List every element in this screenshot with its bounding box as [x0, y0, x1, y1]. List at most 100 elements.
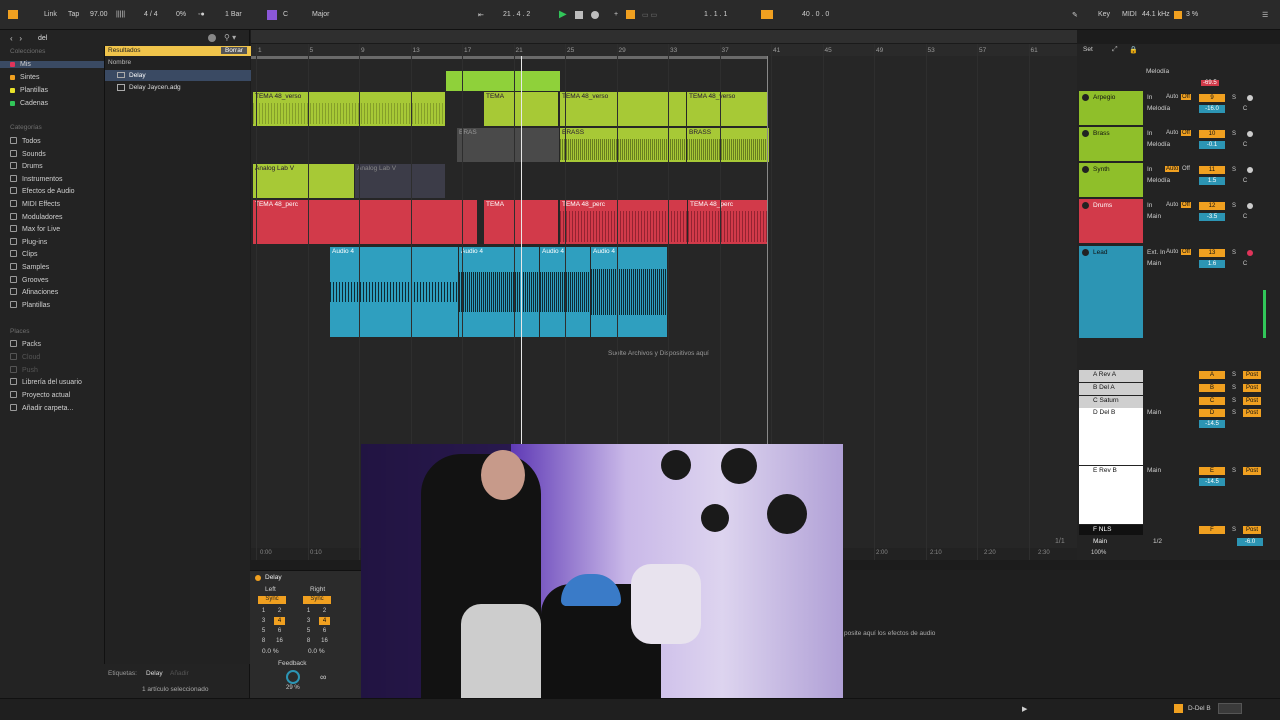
place-item[interactable]: Push	[10, 365, 38, 374]
solo-button[interactable]: S	[1229, 249, 1239, 257]
top-route[interactable]: Melodía	[1146, 68, 1169, 75]
link-button[interactable]: Link	[44, 11, 57, 18]
post-button[interactable]: Post	[1243, 371, 1261, 379]
tag-delay[interactable]: Delay	[146, 670, 163, 677]
track-fold-icon[interactable]	[1082, 202, 1089, 209]
record-mode-icon[interactable]: ◦●	[198, 11, 205, 18]
monitor-off-button[interactable]: Off	[1181, 249, 1191, 255]
bar-ruler[interactable]	[251, 44, 1077, 56]
volume-field[interactable]: 1.6	[1199, 260, 1225, 268]
result-row[interactable]: Delay	[105, 70, 251, 81]
output-route[interactable]: Melodía	[1147, 141, 1170, 148]
input-type[interactable]: In	[1147, 202, 1152, 209]
output-route[interactable]: Melodía	[1147, 105, 1170, 112]
delay-time-pad[interactable]: 16	[274, 637, 285, 645]
solo-button[interactable]: S	[1229, 202, 1239, 210]
record-icon[interactable]	[591, 11, 599, 19]
position-display[interactable]: 21 . 4 . 2	[503, 11, 530, 18]
delay-time-pad[interactable]: 16	[319, 637, 330, 645]
midi-map-button[interactable]: MIDI	[1122, 11, 1137, 18]
expand-icon[interactable]: ⤢	[1112, 46, 1118, 54]
return-track-header[interactable]: E Rev B	[1079, 466, 1143, 524]
post-button[interactable]: Post	[1243, 526, 1261, 534]
return-output-route[interactable]: Main	[1147, 409, 1161, 416]
main-volume-field[interactable]: -6.0	[1237, 538, 1263, 546]
status-play-icon[interactable]: ▶	[1022, 705, 1027, 713]
overdub-icon[interactable]: +	[614, 11, 618, 18]
return-track-header[interactable]: F NLS	[1079, 525, 1143, 535]
monitor-auto-button[interactable]: Auto	[1165, 249, 1179, 255]
collection-item[interactable]: Mis	[0, 61, 104, 68]
monitor-auto-button[interactable]: Auto	[1165, 130, 1179, 136]
capture-icon[interactable]: ▭ ▭	[642, 11, 657, 19]
track-fold-icon[interactable]	[1082, 249, 1089, 256]
solo-button[interactable]: S	[1229, 166, 1239, 174]
return-activator-button[interactable]: C	[1199, 397, 1225, 405]
solo-button[interactable]: S	[1229, 94, 1239, 102]
filter-icon[interactable]: ⚲ ▾	[224, 33, 236, 42]
draw-icon[interactable]: ✎	[1072, 11, 1078, 19]
return-track-header[interactable]: C Saturn	[1079, 396, 1143, 408]
input-type[interactable]: Ext. In	[1147, 249, 1165, 256]
delay-time-pad[interactable]: 2	[319, 607, 330, 615]
post-button[interactable]: Post	[1243, 384, 1261, 392]
return-volume-field[interactable]: -14.5	[1199, 420, 1225, 428]
track-header[interactable]: Arpegio	[1079, 91, 1143, 125]
return-volume-field[interactable]: -14.5	[1199, 478, 1225, 486]
place-item[interactable]: Añadir carpeta...	[10, 404, 73, 412]
status-midi-icon[interactable]	[1218, 703, 1242, 714]
track-activator-button[interactable]: 13	[1199, 249, 1225, 257]
monitor-auto-button[interactable]: Auto	[1165, 166, 1180, 172]
loop-start-field[interactable]: 1 . 1 . 1	[704, 11, 727, 18]
category-item[interactable]: Efectos de Audio	[10, 187, 75, 195]
category-item[interactable]: Drums	[10, 162, 43, 170]
delay-time-pad[interactable]: 1	[303, 607, 314, 615]
top-volume[interactable]: -69.5	[1201, 80, 1219, 86]
menu-icon[interactable]	[8, 10, 18, 19]
main-percent[interactable]: 100%	[1091, 550, 1106, 556]
tap-button[interactable]: Tap	[68, 11, 79, 18]
clip-perc-3[interactable]: TEMA 48_perc	[688, 200, 767, 244]
scale-icon[interactable]	[267, 10, 277, 20]
automation-arm-icon[interactable]	[626, 10, 635, 19]
category-item[interactable]: Plantillas	[10, 300, 50, 309]
pan-field[interactable]: C	[1240, 177, 1250, 185]
post-button[interactable]: Post	[1243, 397, 1261, 405]
delay-time-pad[interactable]: 3	[303, 617, 314, 625]
delay-time-pad[interactable]: 5	[258, 627, 269, 635]
monitor-off-button[interactable]: Off	[1181, 130, 1191, 136]
output-route[interactable]: Main	[1147, 213, 1161, 220]
quantize-select[interactable]: 1 Bar	[225, 11, 242, 18]
return-solo-button[interactable]: S	[1229, 467, 1239, 475]
return-track-header[interactable]: D Del B	[1079, 408, 1143, 465]
return-solo-button[interactable]: S	[1229, 371, 1239, 379]
arm-icon[interactable]	[1247, 167, 1253, 173]
search-input[interactable]: del	[38, 35, 47, 42]
search-clear-icon[interactable]	[208, 34, 216, 42]
delay-time-pad[interactable]: 6	[319, 627, 330, 635]
return-output-route[interactable]: Main	[1147, 467, 1161, 474]
clip-brass-2[interactable]: BRASS	[687, 128, 769, 162]
track-activator-button[interactable]: 11	[1199, 166, 1225, 174]
key-map-button[interactable]: Key	[1098, 11, 1110, 18]
sync-right-button[interactable]: Sync	[303, 596, 331, 604]
place-item[interactable]: Librería del usuario	[10, 378, 82, 386]
track-activator-button[interactable]: 10	[1199, 130, 1225, 138]
monitor-auto-button[interactable]: Auto	[1165, 94, 1179, 100]
offset-left[interactable]: 0.0 %	[262, 648, 279, 655]
category-item[interactable]: Afinaciones	[10, 288, 58, 296]
feedback-knob[interactable]	[286, 670, 300, 684]
delay-time-pad[interactable]: 1	[258, 607, 269, 615]
arm-icon[interactable]	[1247, 131, 1253, 137]
name-column-header[interactable]: Nombre	[108, 59, 131, 66]
track-activator-button[interactable]: 9	[1199, 94, 1225, 102]
category-item[interactable]: Max for Live	[10, 225, 60, 233]
place-item[interactable]: Proyecto actual	[10, 391, 70, 399]
return-solo-button[interactable]: S	[1229, 384, 1239, 392]
collection-item[interactable]: Sintes	[10, 74, 39, 81]
place-item[interactable]: Cloud	[10, 352, 40, 361]
place-item[interactable]: Packs	[10, 340, 41, 348]
post-button[interactable]: Post	[1243, 409, 1261, 417]
clip-verse-1[interactable]: TEMA 48_verso	[253, 92, 445, 126]
scale-select[interactable]: Major	[312, 11, 330, 18]
